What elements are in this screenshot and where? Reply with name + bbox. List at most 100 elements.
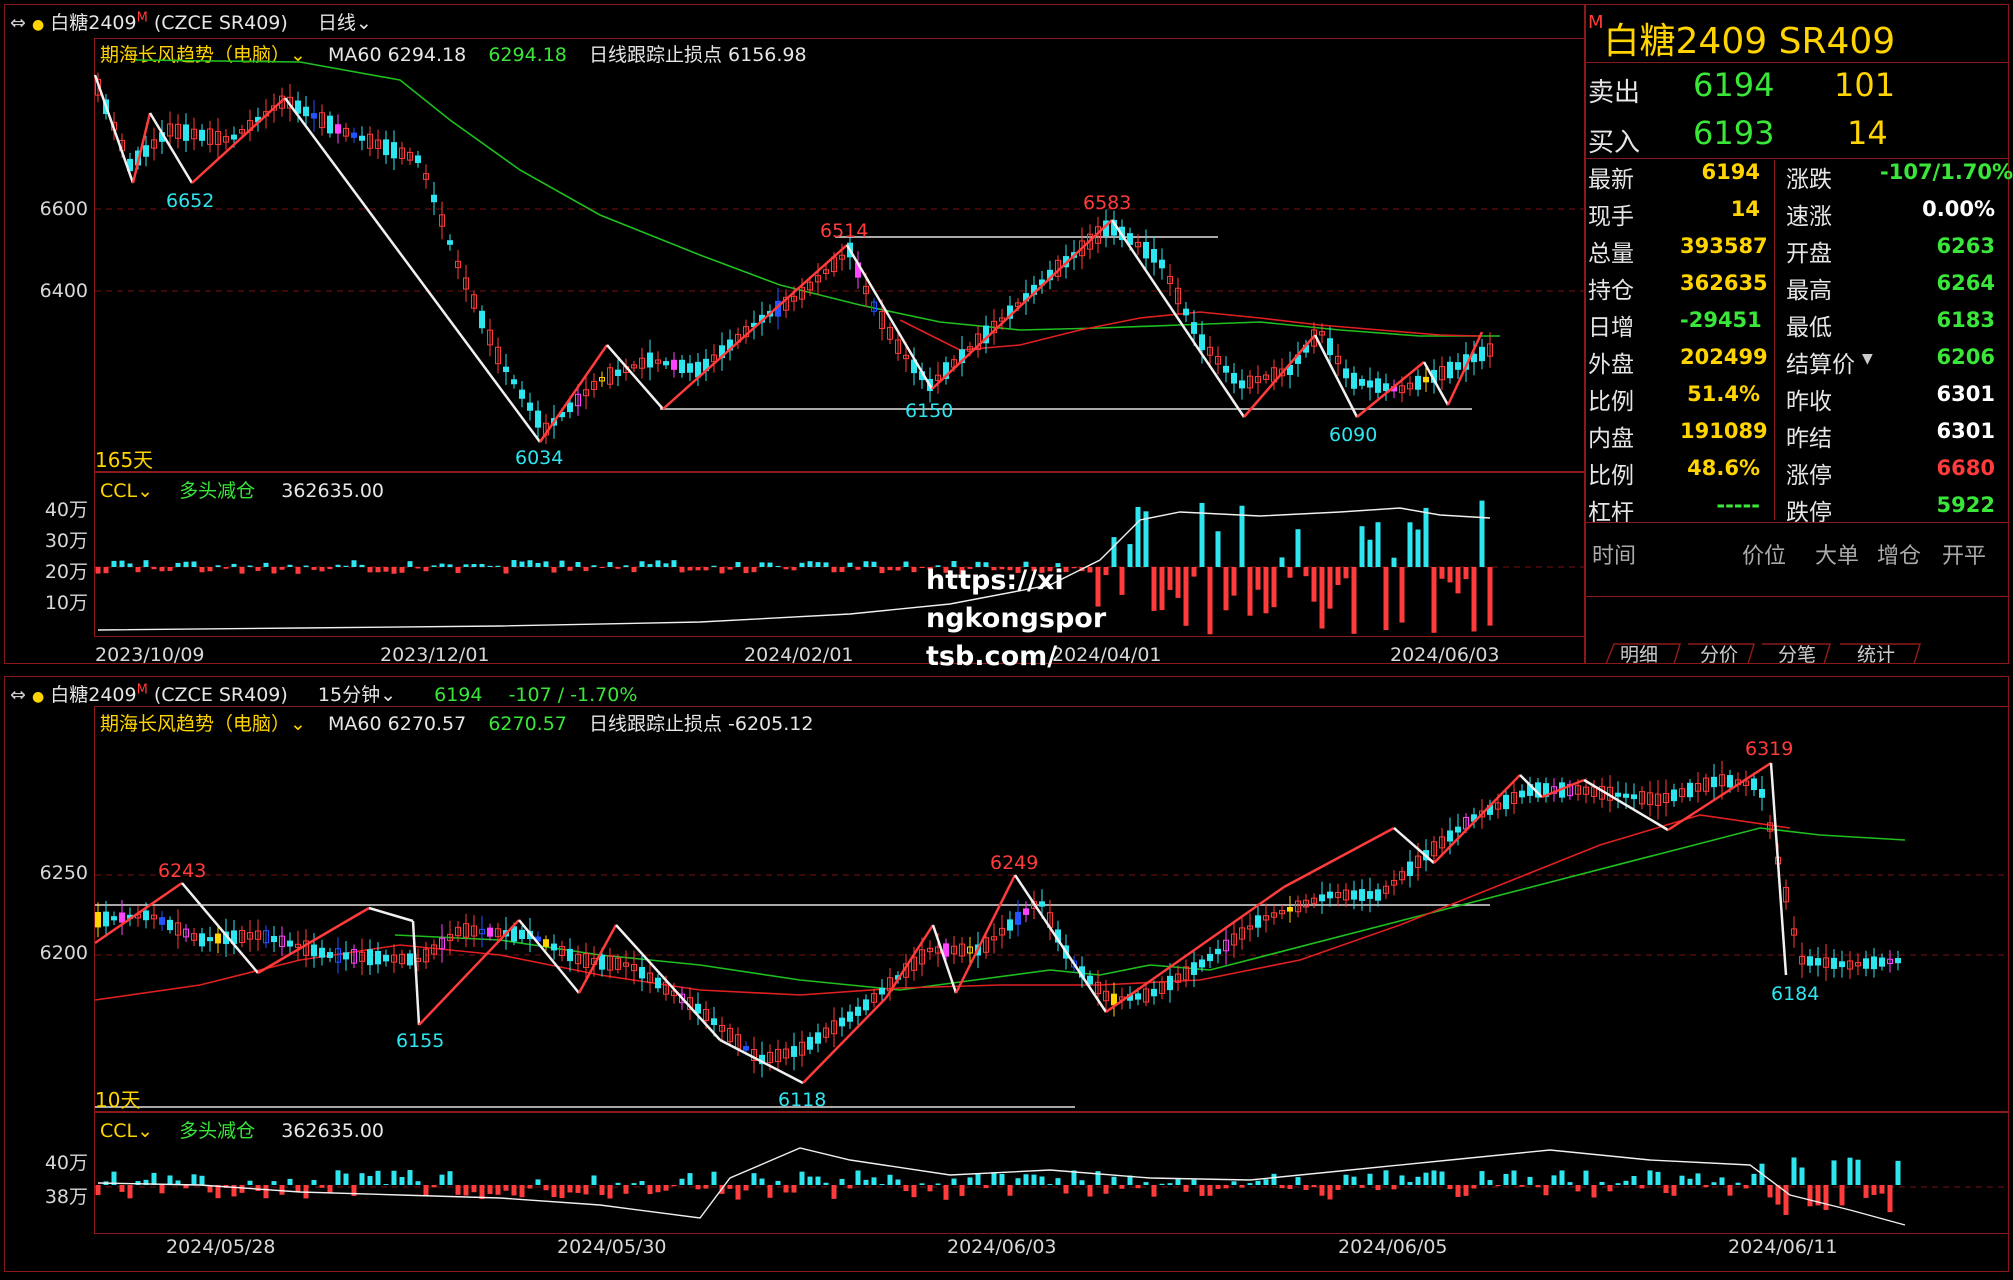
tab-detail[interactable]: 明细	[1620, 640, 1658, 667]
quote-row-value: 0.00%	[1922, 197, 1995, 221]
bottom-indicator-bar: 期海长风趋势（电脑）⌄ MA60 6270.57 6270.57 日线跟踪止损点…	[100, 709, 813, 736]
oi-bar	[511, 560, 517, 567]
bottom-sub-value: 362635.00	[281, 1120, 384, 1142]
oi-bar	[1431, 567, 1437, 633]
oi-bar	[799, 562, 805, 567]
oi-bar	[391, 567, 397, 574]
oi-bar	[1127, 544, 1133, 567]
oi-bar	[543, 561, 549, 567]
oi-bar	[863, 561, 869, 567]
trend-line	[93, 74, 135, 184]
oi-bar	[1351, 567, 1357, 634]
oi-bar	[751, 567, 757, 573]
oi-bar	[351, 560, 357, 567]
candle	[1455, 362, 1461, 370]
bottom-symbol-title[interactable]: 白糖2409	[50, 684, 136, 706]
candle	[431, 194, 437, 203]
candle	[351, 132, 357, 138]
link-icon[interactable]: ⇔	[10, 684, 26, 706]
quote-row-label: 内盘	[1588, 426, 1634, 452]
oi-bar	[583, 567, 589, 572]
quote-row-label: 涨停	[1786, 463, 1832, 489]
candle	[231, 134, 237, 140]
oi-bar	[439, 563, 445, 567]
watermark-line: ngkongspor	[926, 603, 1107, 634]
tab-price-dist[interactable]: 分价	[1700, 640, 1738, 667]
candle	[1423, 376, 1429, 383]
chevron-down-icon[interactable]: ⌄	[380, 684, 396, 706]
bottom-sub-indicator-name[interactable]: CCL	[100, 1120, 137, 1142]
tick-header-time: 时间	[1592, 544, 1637, 569]
oi-bar	[151, 567, 157, 570]
candle	[687, 363, 693, 373]
candle	[1359, 379, 1365, 386]
trend-line	[1110, 219, 1246, 418]
oi-bar	[399, 567, 405, 573]
oi-bar	[247, 565, 253, 567]
bottom-indicator-name[interactable]: 期海长风趋势（电脑）	[100, 713, 290, 735]
sell-price[interactable]: 6194	[1693, 66, 1774, 104]
candle	[663, 361, 669, 366]
quote-row-label[interactable]: 结算价	[1786, 345, 1855, 379]
oi-bar	[495, 565, 501, 567]
chevron-down-icon[interactable]: ⌄	[137, 1120, 153, 1142]
oi-bar	[1335, 567, 1341, 586]
quote-row-label: 最新	[1588, 167, 1634, 193]
oi-bar	[1415, 529, 1421, 567]
buy-price[interactable]: 6193	[1693, 114, 1774, 152]
oi-bar	[167, 567, 173, 571]
oi-bar	[847, 562, 853, 567]
oi-bar	[1343, 567, 1349, 579]
quote-row-label: 昨结	[1786, 426, 1832, 452]
quote-row-value: 51.4%	[1687, 382, 1760, 406]
oi-bar	[287, 564, 293, 567]
oi-bar	[1111, 537, 1117, 567]
oi-bar	[1255, 567, 1261, 590]
oi-bar	[463, 564, 469, 567]
candle	[335, 124, 341, 134]
candle	[143, 145, 149, 157]
bottom-period-selector[interactable]: 15分钟	[318, 684, 380, 706]
oi-bar	[527, 560, 533, 567]
oi-bar	[735, 562, 741, 567]
candle	[383, 139, 389, 156]
oi-bar	[1207, 567, 1213, 635]
trend-line	[538, 344, 609, 443]
oi-bar	[423, 567, 429, 572]
candle	[415, 155, 421, 164]
oi-bar	[559, 560, 565, 567]
oi-bar	[671, 560, 677, 567]
oi-bar	[711, 565, 717, 567]
oi-bar	[191, 561, 197, 567]
quote-row-value: 6301	[1936, 419, 1995, 443]
quote-row-value: 393587	[1680, 234, 1768, 258]
candle	[647, 352, 653, 368]
oi-bar	[1167, 567, 1173, 590]
bottom-change: -107 / -1.70%	[508, 684, 638, 706]
candle	[503, 366, 509, 372]
oi-bar	[1303, 567, 1309, 577]
oi-bar	[343, 565, 349, 567]
divider	[1584, 596, 2009, 597]
chevron-down-icon[interactable]: ▼	[1862, 351, 1873, 367]
oi-bar	[367, 567, 373, 573]
oi-bar	[887, 567, 893, 571]
oi-bar	[871, 561, 877, 567]
candle	[447, 240, 453, 245]
oi-bar	[1183, 567, 1189, 626]
candle	[311, 113, 317, 119]
sell-label: 卖出	[1588, 78, 1641, 108]
quote-row-label: 昨收	[1786, 389, 1832, 415]
oi-bar	[471, 564, 477, 567]
candle	[535, 410, 541, 428]
tab-ticks[interactable]: 分笔	[1778, 640, 1816, 667]
trend-line	[283, 97, 542, 443]
bottom-x-label: 2024/06/03	[947, 1236, 1057, 1258]
chevron-down-icon[interactable]: ⌄	[290, 713, 306, 735]
trend-line	[1243, 334, 1316, 418]
oi-bar	[719, 567, 725, 574]
oi-bar	[663, 563, 669, 567]
tab-stats[interactable]: 统计	[1857, 640, 1895, 667]
oi-bar	[1487, 567, 1493, 626]
candle	[1447, 361, 1453, 379]
